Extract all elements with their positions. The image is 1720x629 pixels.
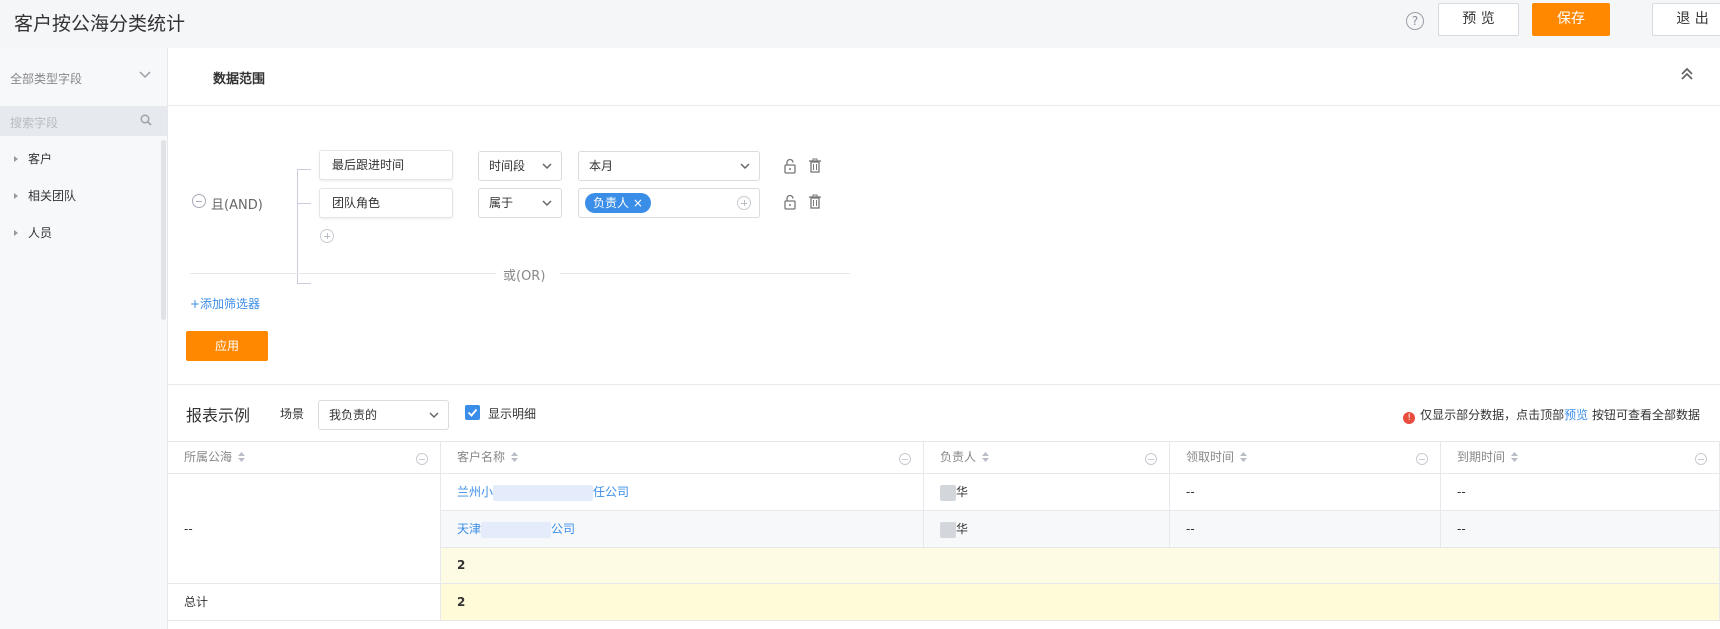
check-icon <box>467 408 478 417</box>
show-detail-label: 显示明细 <box>488 407 537 421</box>
sort-icon[interactable] <box>1239 451 1248 463</box>
sort-icon[interactable] <box>981 451 990 463</box>
warning-icon: ! <box>1403 412 1416 424</box>
lock-icon[interactable] <box>783 194 797 210</box>
or-label: 或(OR) <box>503 269 546 284</box>
chevron-down-icon[interactable] <box>138 67 152 81</box>
sidebar-item-team[interactable]: 相关团队 <box>14 187 76 204</box>
sidebar-item-people[interactable]: 人员 <box>14 224 52 241</box>
sort-icon[interactable] <box>510 451 519 463</box>
operator-select[interactable]: 时间段 <box>478 151 562 181</box>
column-header-expire-time[interactable]: 到期时间 <box>1441 441 1720 474</box>
notice-preview-link[interactable]: 预览 <box>1564 408 1588 422</box>
main-content: 数据范围 且(AND) 最后跟进时间 时间段 本月 团队角色 属于 负责人 × … <box>168 48 1720 629</box>
filter-field[interactable]: 最后跟进时间 <box>319 150 453 180</box>
caret-right-icon <box>14 230 18 236</box>
bracket-tick <box>297 203 311 204</box>
report-title: 报表示例 <box>186 406 251 425</box>
table-row-expire: -- <box>1441 474 1720 511</box>
sort-icon[interactable] <box>1510 451 1519 463</box>
show-detail-checkbox[interactable] <box>465 405 480 420</box>
column-menu-icon[interactable] <box>1416 453 1428 465</box>
lock-icon[interactable] <box>783 158 797 174</box>
subtotal-row: 2 <box>441 548 1720 584</box>
add-value-icon[interactable] <box>737 196 751 210</box>
divider <box>168 384 1720 385</box>
table-row-expire: -- <box>1441 511 1720 548</box>
value-multi-select[interactable]: 负责人 × <box>578 188 760 218</box>
collapse-up-icon[interactable] <box>1680 66 1694 82</box>
remove-group-icon[interactable] <box>192 194 206 208</box>
sidebar: 全部类型字段 搜索字段 客户 相关团队 人员 <box>0 48 168 629</box>
column-menu-icon[interactable] <box>1695 453 1707 465</box>
field-type-select[interactable]: 全部类型字段 <box>10 70 82 87</box>
scene-select[interactable]: 我负责的 <box>318 400 449 430</box>
table-row-claim: -- <box>1170 511 1441 548</box>
redacted-text <box>493 484 594 501</box>
trash-icon[interactable] <box>808 194 822 210</box>
filter-field[interactable]: 团队角色 <box>319 188 453 218</box>
redacted-text <box>940 484 956 501</box>
top-bar: 客户按公海分类统计 ? 预 览 保存 退 出 <box>0 0 1720 48</box>
bracket-tick <box>297 283 311 284</box>
partial-data-notice: ! 仅显示部分数据，点击顶部预览 按钮可查看全部数据 <box>1403 406 1700 424</box>
caret-right-icon <box>14 156 18 162</box>
column-menu-icon[interactable] <box>416 453 428 465</box>
column-header-owner[interactable]: 负责人 <box>924 441 1170 474</box>
chevron-down-icon <box>542 163 552 170</box>
column-menu-icon[interactable] <box>1145 453 1157 465</box>
trash-icon[interactable] <box>808 158 822 174</box>
chevron-down-icon <box>542 200 552 207</box>
caret-right-icon <box>14 193 18 199</box>
search-icon[interactable] <box>140 114 152 126</box>
column-header-claim-time[interactable]: 领取时间 <box>1170 441 1441 474</box>
save-button[interactable]: 保存 <box>1532 3 1610 36</box>
chevron-down-icon <box>740 163 750 170</box>
sidebar-scrollbar[interactable] <box>161 140 166 320</box>
column-header-sea[interactable]: 所属公海 <box>168 441 441 474</box>
table-row-owner: 华 <box>924 474 1170 511</box>
and-label: 且(AND) <box>211 198 263 213</box>
divider <box>168 105 1720 106</box>
section-title: 数据范围 <box>213 72 266 87</box>
exit-button[interactable]: 退 出 <box>1652 3 1720 36</box>
field-search[interactable]: 搜索字段 <box>0 106 167 136</box>
bracket-tick <box>297 169 311 170</box>
or-divider <box>560 273 850 274</box>
table-row-customer[interactable]: 兰州小 任公司 <box>441 474 924 511</box>
tag-owner[interactable]: 负责人 × <box>585 193 651 213</box>
scene-label: 场景 <box>280 407 305 421</box>
sidebar-item-customer[interactable]: 客户 <box>14 150 52 167</box>
redacted-text <box>940 521 956 538</box>
table-row-customer[interactable]: 天津 公司 <box>441 511 924 548</box>
chevron-down-icon <box>429 412 439 419</box>
help-icon[interactable]: ? <box>1406 12 1424 30</box>
column-header-customer[interactable]: 客户名称 <box>441 441 924 474</box>
preview-button[interactable]: 预 览 <box>1438 3 1519 36</box>
page-title: 客户按公海分类统计 <box>14 13 186 35</box>
total-label: 总计 <box>168 584 441 621</box>
table-row-claim: -- <box>1170 474 1441 511</box>
sort-icon[interactable] <box>237 451 246 463</box>
table-row-owner: 华 <box>924 511 1170 548</box>
add-filter-link[interactable]: +添加筛选器 <box>190 295 260 312</box>
add-condition-icon[interactable] <box>320 229 334 243</box>
bracket-line <box>297 169 298 284</box>
apply-button[interactable]: 应用 <box>186 331 268 361</box>
operator-select[interactable]: 属于 <box>478 188 562 218</box>
value-select[interactable]: 本月 <box>578 151 760 181</box>
total-value: 2 <box>441 584 1720 621</box>
group-cell: -- <box>168 474 441 584</box>
or-divider <box>190 273 496 274</box>
redacted-text <box>481 521 552 538</box>
column-menu-icon[interactable] <box>899 453 911 465</box>
search-input[interactable]: 搜索字段 <box>10 114 58 131</box>
